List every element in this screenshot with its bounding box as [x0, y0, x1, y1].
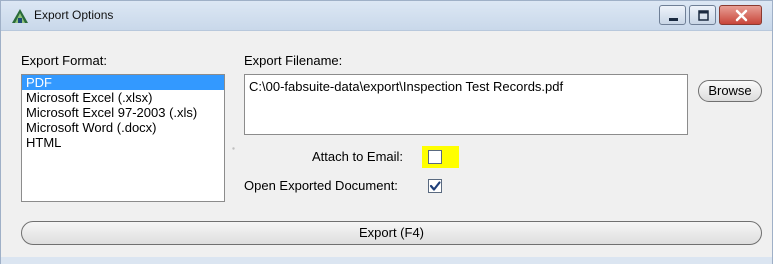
export-format-label: Export Format: [21, 53, 107, 68]
list-item[interactable]: Microsoft Excel (.xlsx) [22, 90, 224, 105]
export-filename-label: Export Filename: [244, 53, 343, 68]
maximize-icon [698, 10, 709, 21]
open-exported-label: Open Exported Document: [244, 178, 398, 193]
window-bottom-edge [1, 257, 772, 264]
export-filename-field[interactable]: C:\00-fabsuite-data\export\Inspection Te… [244, 74, 688, 135]
window-title: Export Options [34, 8, 114, 22]
export-format-list[interactable]: PDF Microsoft Excel (.xlsx) Microsoft Ex… [21, 74, 225, 202]
list-item[interactable]: Microsoft Word (.docx) [22, 120, 224, 135]
close-button[interactable] [719, 5, 762, 25]
title-bar[interactable]: Export Options [1, 1, 772, 31]
list-item[interactable]: PDF [22, 75, 224, 90]
open-exported-checkbox[interactable] [428, 179, 442, 193]
attach-to-email-checkbox[interactable] [428, 150, 442, 164]
minimize-button[interactable] [659, 5, 686, 25]
list-item[interactable]: HTML [22, 135, 224, 150]
browse-button[interactable]: Browse [698, 80, 762, 102]
minimize-icon [669, 18, 678, 21]
list-item[interactable]: Microsoft Excel 97-2003 (.xls) [22, 105, 224, 120]
checkmark-icon [429, 181, 441, 191]
maximize-button[interactable] [689, 5, 716, 25]
export-options-window: Export Options Export Format: PDF Micros… [0, 0, 773, 264]
attach-to-email-label: Attach to Email: [312, 149, 404, 164]
close-icon [735, 9, 748, 22]
app-logo-icon [11, 8, 29, 24]
splitter-handle[interactable] [232, 139, 235, 150]
export-button[interactable]: Export (F4) [21, 221, 762, 245]
